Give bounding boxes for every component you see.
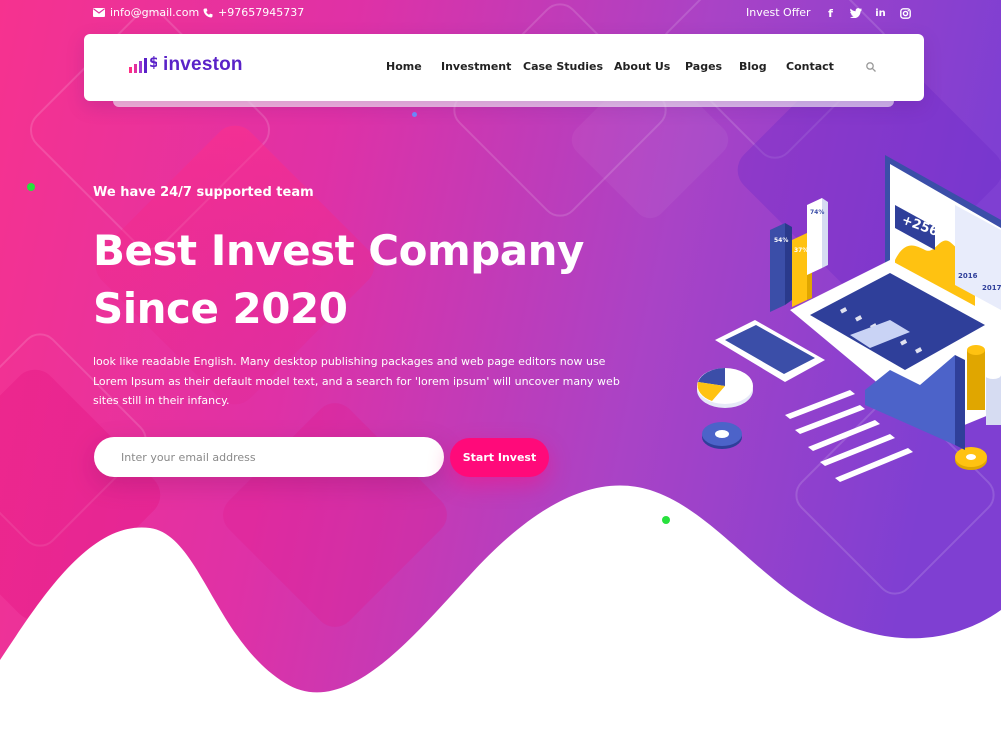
year-label-2017: 2017: [982, 284, 1001, 292]
linkedin-icon[interactable]: in: [874, 6, 887, 20]
nav-case-studies[interactable]: Case Studies: [523, 60, 614, 73]
social-links: f in: [824, 6, 912, 20]
main-nav: Home Investment Case Studies About Us Pa…: [386, 60, 846, 73]
investment-illustration: +256 2016 2017 54% 37% 74%: [697, 155, 1001, 482]
phone-icon: [203, 8, 213, 17]
email-text: info@gmail.com: [110, 6, 200, 19]
headline-line-1: Best Invest Company: [93, 226, 584, 275]
nav-blog[interactable]: Blog: [739, 60, 786, 73]
phone-text: +97657945737: [218, 6, 305, 19]
nav-home[interactable]: Home: [386, 60, 441, 73]
year-label-2016: 2016: [958, 272, 978, 280]
nav-investment[interactable]: Investment: [441, 60, 523, 73]
instagram-icon[interactable]: [899, 6, 912, 20]
start-invest-button[interactable]: Start Invest: [450, 438, 549, 477]
topbar-email[interactable]: info@gmail.com: [93, 6, 199, 19]
top-bar: info@gmail.com +97657945737 Invest Offer…: [93, 6, 912, 24]
nav-about-us[interactable]: About Us: [614, 60, 685, 73]
svg-text:$: $: [149, 55, 157, 71]
bar-label-2: 37%: [794, 247, 808, 254]
hero-headline: Best Invest Company Since 2020: [93, 222, 653, 338]
hero-section: info@gmail.com +97657945737 Invest Offer…: [0, 0, 1001, 736]
logo-text: investon: [163, 54, 243, 75]
hero-eyebrow: We have 24/7 supported team: [93, 185, 314, 200]
facebook-icon[interactable]: f: [824, 6, 837, 20]
logo-chart-icon: $: [129, 55, 157, 73]
search-icon[interactable]: [865, 61, 877, 73]
decor-dot: [412, 112, 417, 117]
hero-description: look like readable English. Many desktop…: [93, 355, 620, 407]
invest-offer-link[interactable]: Invest Offer: [746, 6, 811, 19]
topbar-phone[interactable]: +97657945737: [203, 6, 304, 19]
headline-line-2: Since 2020: [93, 284, 348, 333]
twitter-icon[interactable]: [849, 6, 862, 20]
nav-contact[interactable]: Contact: [786, 60, 846, 73]
nav-pages[interactable]: Pages: [685, 60, 739, 73]
decor-dot: [662, 516, 670, 524]
bar-label-3: 74%: [810, 209, 824, 216]
navbar: $ investon Home Investment Case Studies …: [84, 34, 924, 101]
envelope-icon: [93, 8, 105, 17]
email-input[interactable]: [94, 437, 444, 477]
bar-label-1: 54%: [774, 237, 788, 244]
logo[interactable]: $ investon: [129, 54, 243, 76]
decor-dot: [27, 183, 35, 191]
